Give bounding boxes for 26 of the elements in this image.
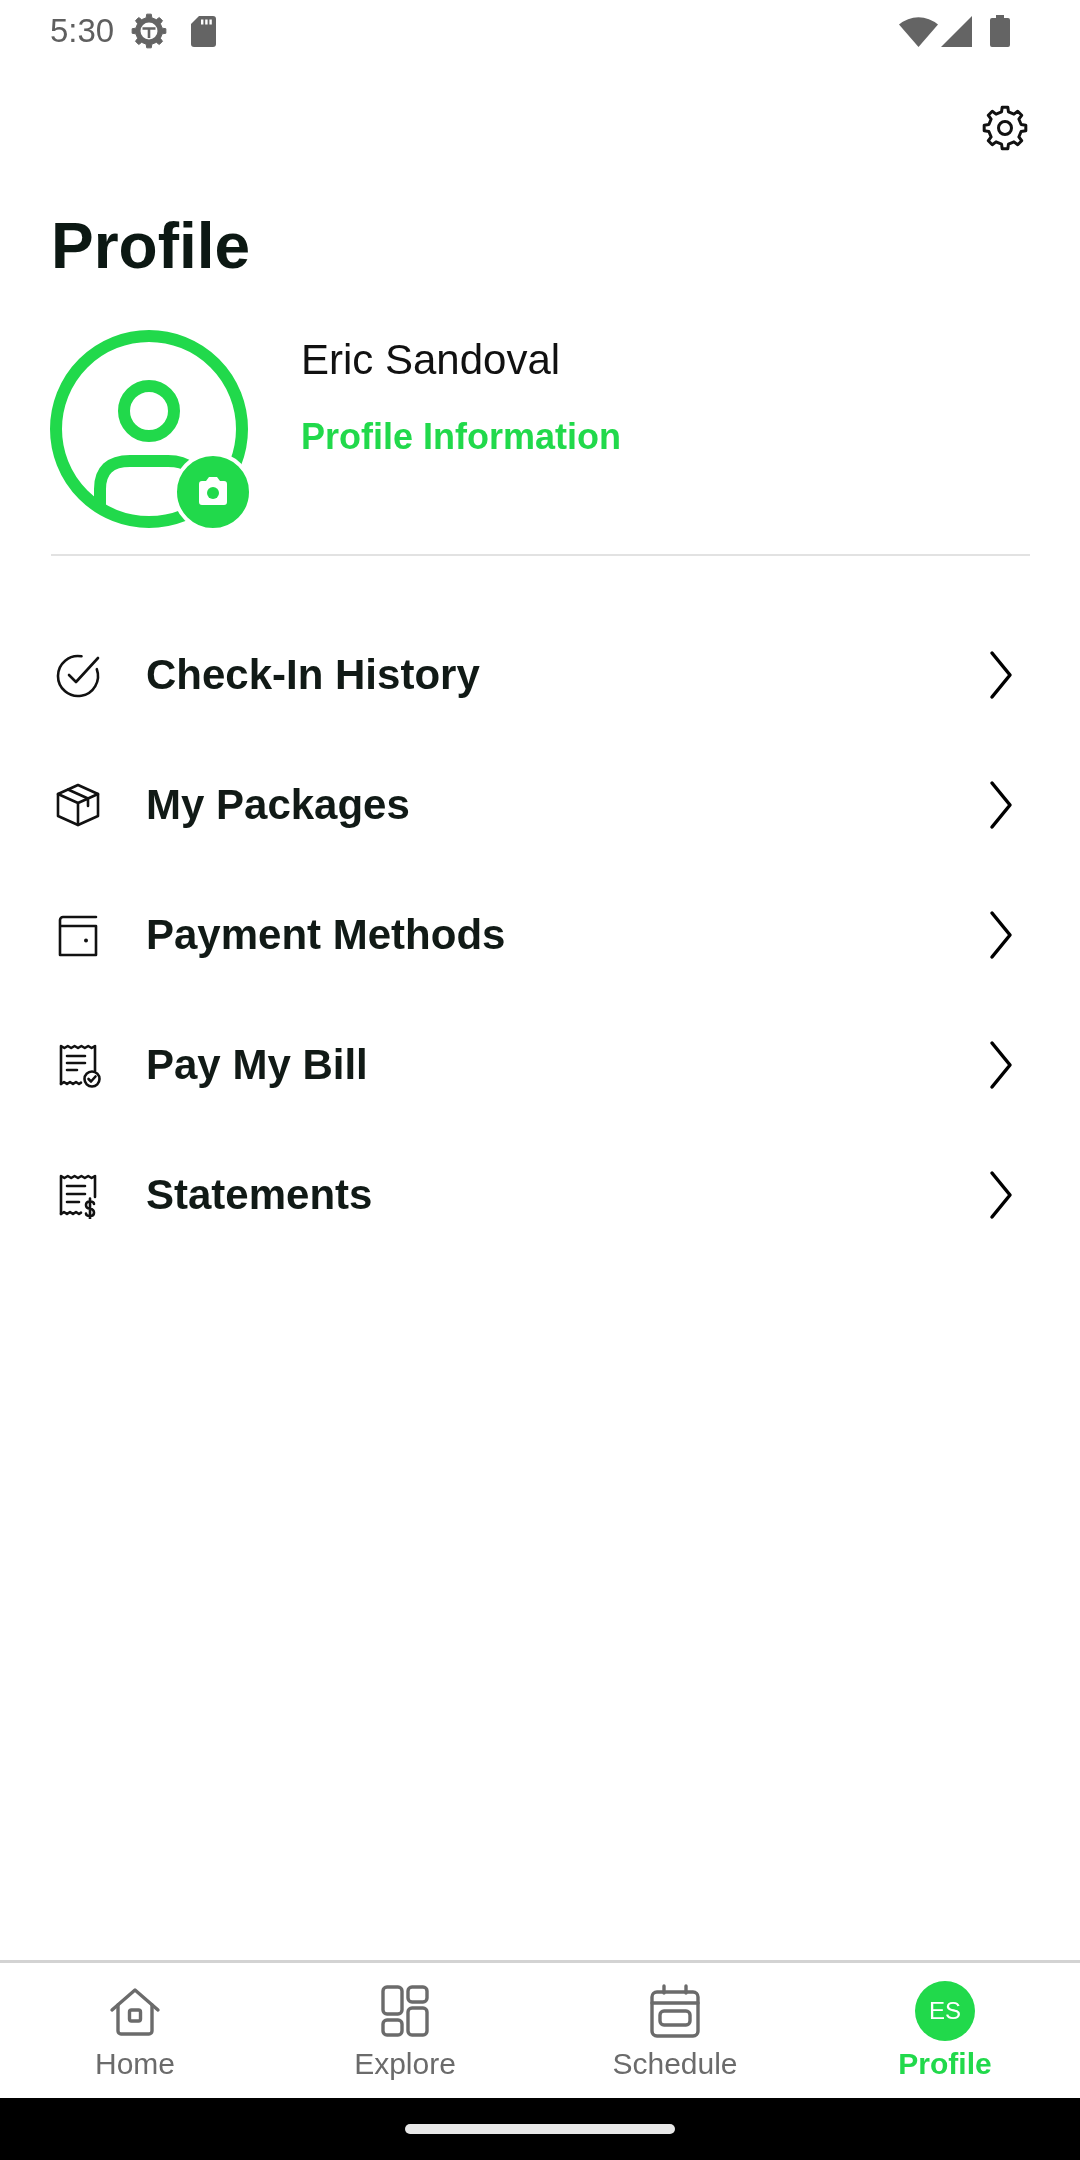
menu-item[interactable]: Statements — [0, 1130, 1080, 1260]
gear-icon — [131, 13, 168, 49]
chevron-right-icon — [988, 779, 1014, 831]
chevron-right-icon — [988, 649, 1014, 701]
chevron-right-icon — [988, 1169, 1014, 1221]
menu-item[interactable]: My Packages — [0, 740, 1080, 870]
initials-avatar: ES — [915, 1981, 975, 2041]
nav-tab[interactable]: Explore — [270, 1963, 540, 2098]
signal-icon — [941, 15, 972, 47]
calendar-icon — [647, 1983, 703, 2039]
chevron-right-icon — [988, 1039, 1014, 1091]
chevron-right-icon — [988, 909, 1014, 961]
menu-item[interactable]: Pay My Bill — [0, 1000, 1080, 1130]
battery-icon — [990, 15, 1010, 47]
settings-icon[interactable] — [981, 104, 1029, 152]
status-time: 5:30 — [50, 11, 115, 51]
home-indicator[interactable] — [405, 2124, 675, 2134]
profile-name: Eric Sandoval — [301, 335, 561, 385]
wifi-icon — [899, 15, 938, 47]
nav-tab[interactable]: Schedule — [540, 1963, 810, 2098]
menu-item[interactable]: Payment Methods — [0, 870, 1080, 1000]
sd-card-icon — [191, 15, 217, 47]
menu-item[interactable]: Check-In History — [0, 610, 1080, 740]
box-icon — [54, 781, 102, 829]
nav-tab[interactable]: Home — [0, 1963, 270, 2098]
page-title: Profile — [51, 209, 252, 284]
